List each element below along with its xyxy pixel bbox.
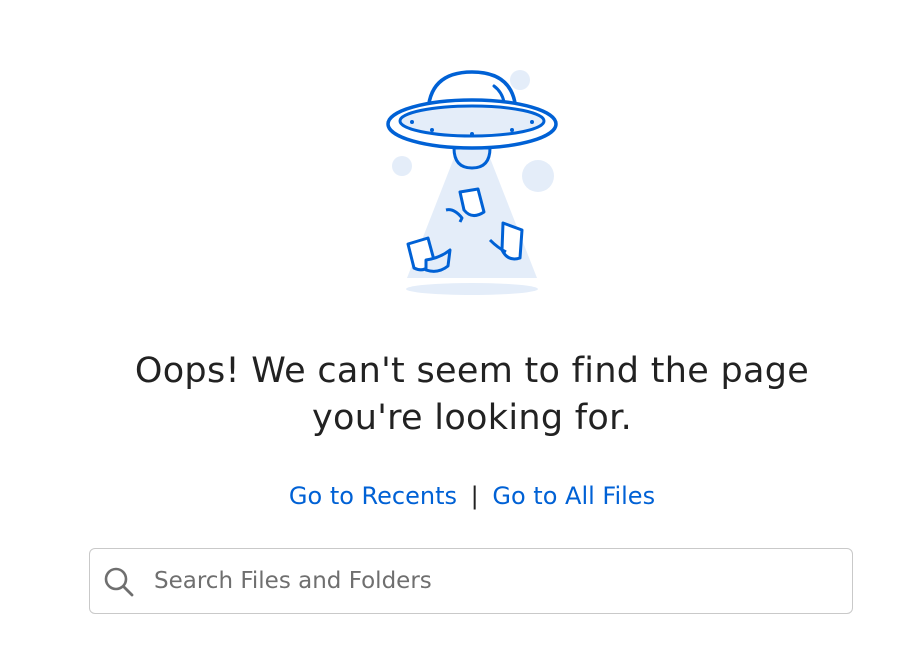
search-icon: [104, 567, 134, 597]
search-input[interactable]: [154, 549, 834, 612]
error-message-line-2: you're looking for.: [311, 398, 633, 438]
search-bar[interactable]: [89, 548, 853, 614]
not-found-page: Oops! We can't seem to find the page you…: [0, 0, 900, 664]
link-separator: |: [470, 482, 479, 510]
go-to-recents-link[interactable]: Go to Recents: [289, 482, 457, 510]
navigation-links: Go to Recents | Go to All Files: [0, 478, 900, 514]
error-message: Oops! We can't seem to find the page you…: [0, 348, 900, 442]
ufo-illustration-icon: [386, 70, 558, 295]
error-message-line-1: Oops! We can't seem to find the page: [134, 351, 810, 391]
go-to-all-files-link[interactable]: Go to All Files: [492, 482, 655, 510]
